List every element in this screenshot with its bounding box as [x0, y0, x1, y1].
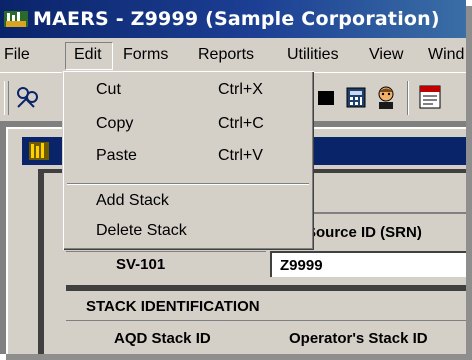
operator-stack-id-header: Operator's Stack ID: [289, 330, 428, 347]
form-border-left: [38, 169, 44, 354]
menu-window[interactable]: Wind: [428, 46, 464, 64]
shortcut-cut: Ctrl+X: [218, 81, 263, 98]
toolbar-grip[interactable]: [4, 81, 9, 115]
menu-bar: File Edit Forms Reports Utilities View W…: [0, 38, 466, 72]
shortcut-paste: Ctrl+V: [218, 147, 263, 164]
toolbar-separator: [407, 81, 409, 115]
child-window-icon: [29, 142, 49, 160]
menu-utilities[interactable]: Utilities: [287, 46, 339, 64]
application-window: MAERS - Z9999 (Sample Corporation) File …: [0, 0, 466, 354]
window-shadow-right: [466, 6, 472, 360]
people-icon[interactable]: [14, 83, 42, 111]
aqd-stack-id-header: AQD Stack ID: [114, 330, 211, 347]
stack-id-value[interactable]: SV-101: [66, 251, 266, 277]
menu-item-cut[interactable]: Cut: [96, 81, 121, 99]
menu-item-delete-stack[interactable]: Delete Stack: [96, 222, 187, 240]
window-shadow-bottom: [6, 354, 472, 360]
window-title: MAERS - Z9999 (Sample Corporation): [33, 8, 440, 30]
edit-menu-dropdown: Cut Ctrl+X Copy Ctrl+C Paste Ctrl+V Add …: [62, 70, 314, 250]
maers-app-icon: [4, 11, 28, 27]
ent-form-icon[interactable]: [416, 83, 444, 111]
calculator-icon[interactable]: [342, 83, 370, 111]
menu-item-add-stack[interactable]: Add Stack: [96, 192, 169, 210]
menu-edit[interactable]: Edit: [74, 46, 102, 64]
menu-file[interactable]: File: [4, 46, 30, 64]
menu-view[interactable]: View: [369, 46, 403, 64]
menu-item-paste[interactable]: Paste: [96, 147, 137, 165]
menu-item-copy[interactable]: Copy: [96, 115, 133, 133]
person-icon[interactable]: [372, 83, 400, 111]
title-bar[interactable]: MAERS - Z9999 (Sample Corporation): [0, 0, 466, 38]
chip-icon[interactable]: [312, 83, 340, 111]
shortcut-copy: Ctrl+C: [218, 115, 264, 132]
menu-forms[interactable]: Forms: [123, 46, 168, 64]
srn-value-field[interactable]: Z9999: [270, 251, 466, 277]
menu-separator: [67, 183, 309, 185]
section-title: STACK IDENTIFICATION: [66, 291, 466, 321]
menu-reports[interactable]: Reports: [198, 46, 254, 64]
